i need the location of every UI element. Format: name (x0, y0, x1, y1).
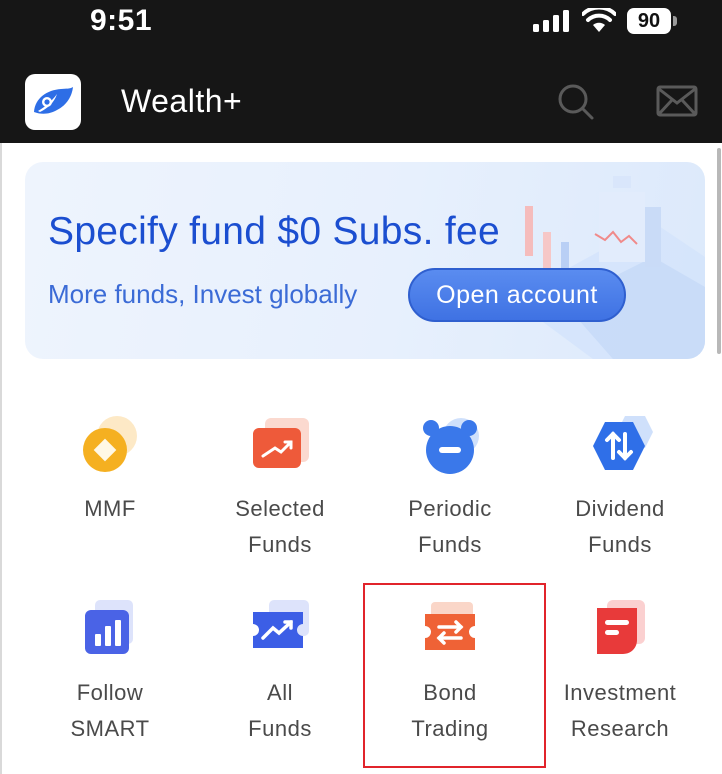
menu-item-dividend-funds[interactable]: Dividend Funds (535, 414, 705, 564)
app-title: Wealth+ (121, 83, 243, 119)
menu-item-label: Investment Research (563, 680, 677, 741)
app-logo-icon (25, 74, 81, 130)
cellular-signal-icon (533, 10, 569, 32)
menu-item-label: Dividend Funds (575, 496, 665, 557)
selection-highlight (363, 583, 546, 768)
trend-card-icon (253, 418, 309, 468)
alarm-clock-icon (423, 418, 479, 474)
hexagon-arrows-icon (593, 416, 653, 470)
menu-item-periodic-funds[interactable]: Periodic Funds (365, 414, 535, 564)
open-account-button[interactable]: Open account (408, 268, 626, 322)
ticket-chart-icon (253, 600, 309, 648)
app-header: Wealth+ (0, 55, 722, 143)
menu-item-label: All Funds (248, 680, 312, 741)
scrollbar[interactable] (717, 148, 721, 354)
banner-subtitle: More funds, Invest globally (48, 279, 358, 309)
menu-item-investment-research[interactable]: Investment Research (535, 598, 705, 748)
menu-item-all-funds[interactable]: All Funds (195, 598, 365, 748)
menu-item-mmf[interactable]: MMF (25, 414, 195, 564)
status-time: 9:51 (90, 4, 153, 37)
battery-level: 90 (637, 10, 661, 32)
mail-icon[interactable] (656, 83, 698, 119)
menu-item-label: MMF (84, 496, 136, 521)
menu-item-label: Periodic Funds (408, 496, 492, 557)
wifi-icon (582, 8, 616, 32)
battery-icon: 90 (627, 8, 677, 34)
menu-item-label: Follow SMART (70, 680, 150, 741)
status-bar: 9:51 90 (0, 0, 722, 55)
search-icon[interactable] (555, 81, 595, 121)
promo-banner[interactable]: Specify fund $0 Subs. fee More funds, In… (25, 162, 705, 359)
menu-item-follow-smart[interactable]: Follow SMART (25, 598, 195, 748)
menu-item-selected-funds[interactable]: Selected Funds (195, 414, 365, 564)
coin-icon (83, 416, 137, 472)
chart-illustration-icon (525, 176, 705, 359)
left-edge-divider (0, 143, 2, 774)
menu-item-label: Selected Funds (235, 496, 325, 557)
banner-title: Specify fund $0 Subs. fee (48, 210, 500, 253)
document-icon (597, 600, 645, 654)
bar-chart-icon (85, 600, 133, 654)
